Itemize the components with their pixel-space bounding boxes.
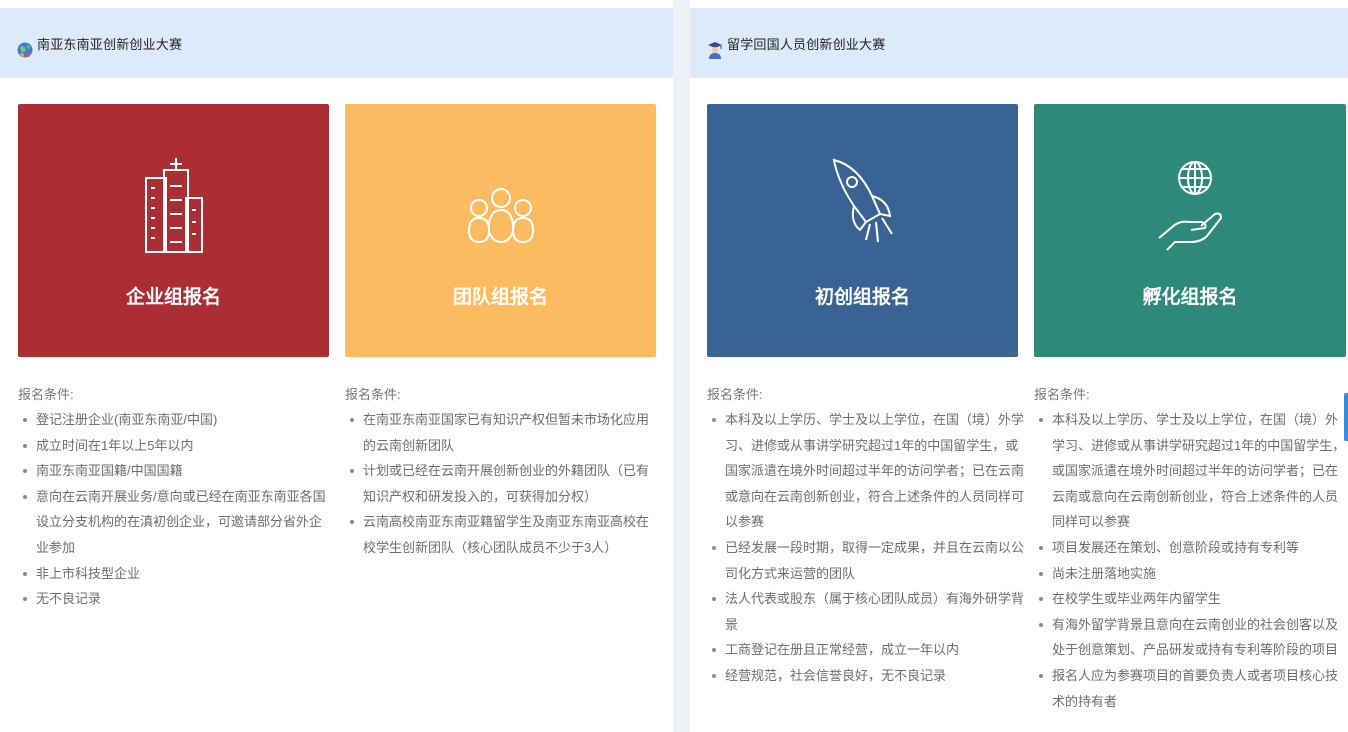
enterprise-conditions: 报名条件: 登记注册企业(南亚东南亚/中国) 成立时间在1年以上5年以内 南亚东… <box>18 384 328 612</box>
list-item: 本科及以上学历、学士及以上学位，在国（境）外学习、进修或从事讲学研究超过1年的中… <box>707 407 1025 535</box>
conditions-title: 报名条件: <box>707 387 763 402</box>
list-item: 项目发展还在策划、创意阶段或持有专利等 <box>1034 535 1346 561</box>
card-label: 团队组报名 <box>452 287 548 308</box>
enterprise-signup-card[interactable]: 企业组报名 <box>18 104 329 357</box>
panel-header: 留学回国人员创新创业大赛 <box>690 8 1348 78</box>
list-item: 计划或已经在云南开展创新创业的外籍团队（已有知识产权和研发投入的，可获得加分权） <box>345 458 655 509</box>
side-scroll-handle[interactable] <box>1344 393 1348 441</box>
buildings-icon <box>144 158 203 253</box>
team-conditions: 报名条件: 在南亚东南亚国家已有知识产权但暂未市场化应用的云南创新团队 计划或已… <box>345 384 655 561</box>
team-icon <box>467 188 534 244</box>
list-item: 成立时间在1年以上5年以内 <box>18 433 328 459</box>
list-item: 无不良记录 <box>18 586 328 612</box>
returnee-competition-panel: 留学回国人员创新创业大赛 初创组报名 孵化组报名 报名条件: 本科及以上学历、学… <box>690 0 1348 732</box>
graduate-icon <box>708 42 722 59</box>
incubation-signup-card[interactable]: 孵化组报名 <box>1034 104 1346 357</box>
list-item: 在校学生或毕业两年内留学生 <box>1034 586 1346 612</box>
list-item: 有海外留学背景且意向在云南创业的社会创客以及处于创意策划、产品研发或持有专利等阶… <box>1034 612 1346 663</box>
startup-conditions: 报名条件: 本科及以上学历、学士及以上学位，在国（境）外学习、进修或从事讲学研究… <box>707 384 1025 689</box>
list-item: 云南高校南亚东南亚籍留学生及南亚东南亚高校在校学生创新团队（核心团队成员不少于3… <box>345 509 655 560</box>
panel-title: 留学回国人员创新创业大赛 <box>727 37 886 52</box>
list-item: 意向在云南开展业务/意向或已经在南亚东南亚各国设立分支机构的在滇初创企业，可邀请… <box>18 484 328 561</box>
globe-people-icon <box>17 42 33 58</box>
list-item: 登记注册企业(南亚东南亚/中国) <box>18 407 328 433</box>
list-item: 工商登记在册且正常经营，成立一年以内 <box>707 637 1025 663</box>
hand-globe-icon <box>1158 161 1223 251</box>
incubation-conditions: 报名条件: 本科及以上学历、学士及以上学位，在国（境）外学习、进修或从事讲学研究… <box>1034 384 1346 714</box>
list-item: 报名人应为参赛项目的首要负责人或者项目核心技术的持有者 <box>1034 663 1346 714</box>
conditions-title: 报名条件: <box>18 387 74 402</box>
list-item: 在南亚东南亚国家已有知识产权但暂未市场化应用的云南创新团队 <box>345 407 655 458</box>
list-item: 经营规范，社会信誉良好，无不良记录 <box>707 663 1025 689</box>
list-item: 非上市科技型企业 <box>18 561 328 587</box>
rocket-icon <box>832 158 893 243</box>
list-item: 本科及以上学历、学士及以上学位，在国（境）外学习、进修或从事讲学研究超过1年的中… <box>1034 407 1346 535</box>
team-signup-card[interactable]: 团队组报名 <box>345 104 656 357</box>
panel-title: 南亚东南亚创新创业大赛 <box>37 37 183 52</box>
list-item: 尚未注册落地实施 <box>1034 561 1346 587</box>
startup-signup-card[interactable]: 初创组报名 <box>707 104 1018 357</box>
card-label: 企业组报名 <box>125 287 221 308</box>
list-item: 南亚东南亚国籍/中国国籍 <box>18 458 328 484</box>
card-label: 初创组报名 <box>814 287 910 308</box>
sea-competition-panel: 南亚东南亚创新创业大赛 企业组报名 团队组报名 报名条件: 登记注册企业(南亚东… <box>0 0 673 732</box>
list-item: 已经发展一段时期，取得一定成果，并且在云南以公司化方式来运营的团队 <box>707 535 1025 586</box>
list-item: 法人代表或股东（属于核心团队成员）有海外研学背景 <box>707 586 1025 637</box>
conditions-title: 报名条件: <box>345 387 401 402</box>
panel-header: 南亚东南亚创新创业大赛 <box>0 8 673 78</box>
card-label: 孵化组报名 <box>1142 287 1238 308</box>
conditions-title: 报名条件: <box>1034 387 1090 402</box>
